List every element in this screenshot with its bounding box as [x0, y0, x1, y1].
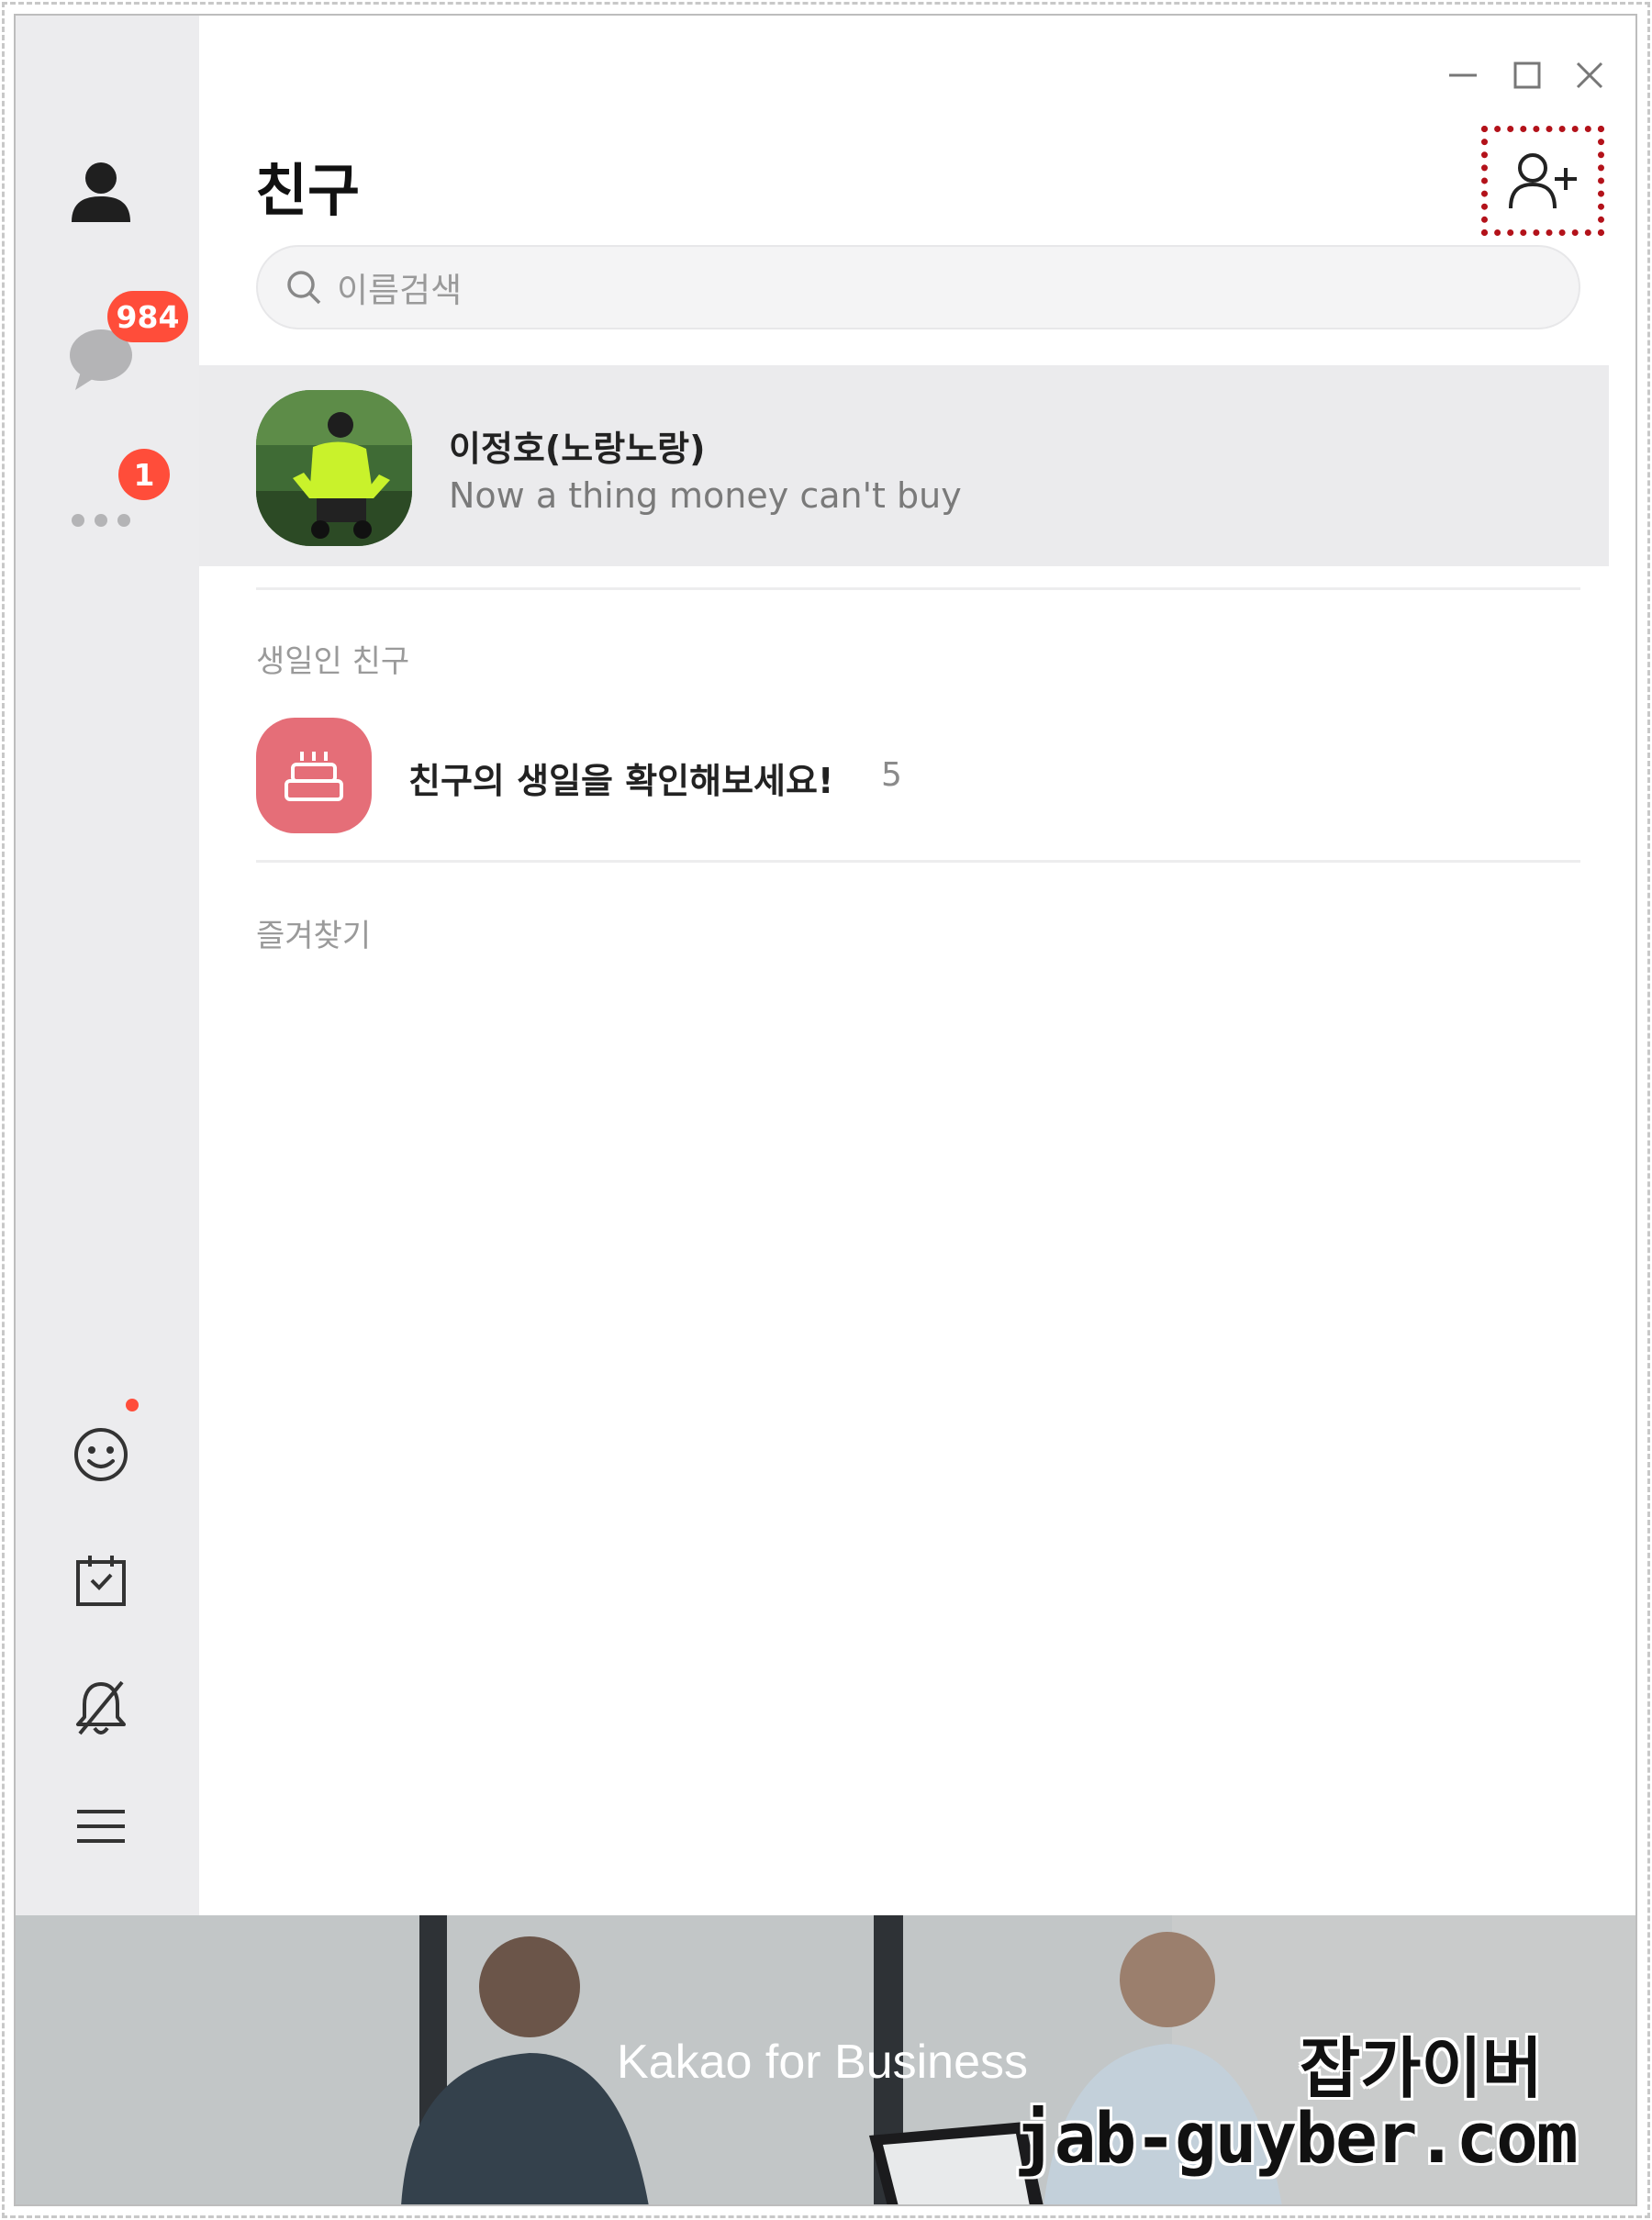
birthday-prompt[interactable]: 친구의 생일을 확인해보세요!	[408, 753, 833, 803]
maximize-button[interactable]	[1500, 48, 1555, 103]
sidebar-item-calendar[interactable]	[50, 1530, 151, 1631]
sidebar-item-notifications[interactable]	[50, 1658, 151, 1759]
avatar[interactable]	[256, 390, 412, 546]
divider	[256, 587, 1580, 590]
page-title: 친구	[255, 157, 361, 224]
sidebar-item-friends[interactable]	[50, 140, 151, 241]
favorites-section-label: 즐겨찾기	[256, 918, 372, 954]
birthday-cake-icon[interactable]	[256, 718, 372, 833]
divider	[256, 860, 1580, 863]
add-person-icon	[1509, 153, 1577, 209]
minimize-button[interactable]	[1435, 48, 1490, 103]
birthday-count: 5	[881, 756, 902, 794]
close-icon	[1576, 61, 1603, 89]
app-window: 984 1 친구 이름검색 이정호(노랑노랑) Now a thing mone…	[14, 14, 1637, 2206]
watermark-url: jab-guyber.com	[1014, 2097, 1579, 2179]
emoticon-new-dot	[126, 1399, 139, 1411]
sidebar: 984 1	[16, 16, 199, 1915]
add-friend-button[interactable]	[1481, 126, 1604, 236]
minimize-icon	[1449, 73, 1477, 77]
profile-name: 이정호(노랑노랑)	[449, 429, 706, 469]
banner-text: Kakao for Business	[617, 2036, 1029, 2089]
smiley-icon	[74, 1428, 128, 1481]
more-badge: 1	[118, 449, 170, 500]
calendar-check-icon	[76, 1556, 126, 1606]
sidebar-item-emoticon[interactable]	[50, 1404, 151, 1505]
search-input[interactable]: 이름검색	[256, 245, 1580, 329]
profile-status: Now a thing money can't buy	[449, 475, 962, 516]
maximize-icon	[1513, 61, 1541, 89]
birthday-section-label: 생일인 친구	[256, 643, 410, 680]
my-profile-row[interactable]: 이정호(노랑노랑) Now a thing money can't buy	[199, 365, 1609, 566]
more-dots-icon	[72, 514, 130, 527]
chat-unread-badge: 984	[107, 291, 188, 342]
bell-off-icon	[76, 1680, 126, 1735]
hamburger-menu-icon	[77, 1810, 125, 1843]
search-placeholder: 이름검색	[337, 271, 463, 310]
person-icon	[72, 162, 130, 222]
sidebar-item-menu[interactable]	[50, 1776, 151, 1877]
search-icon	[287, 271, 321, 305]
close-button[interactable]	[1562, 48, 1617, 103]
